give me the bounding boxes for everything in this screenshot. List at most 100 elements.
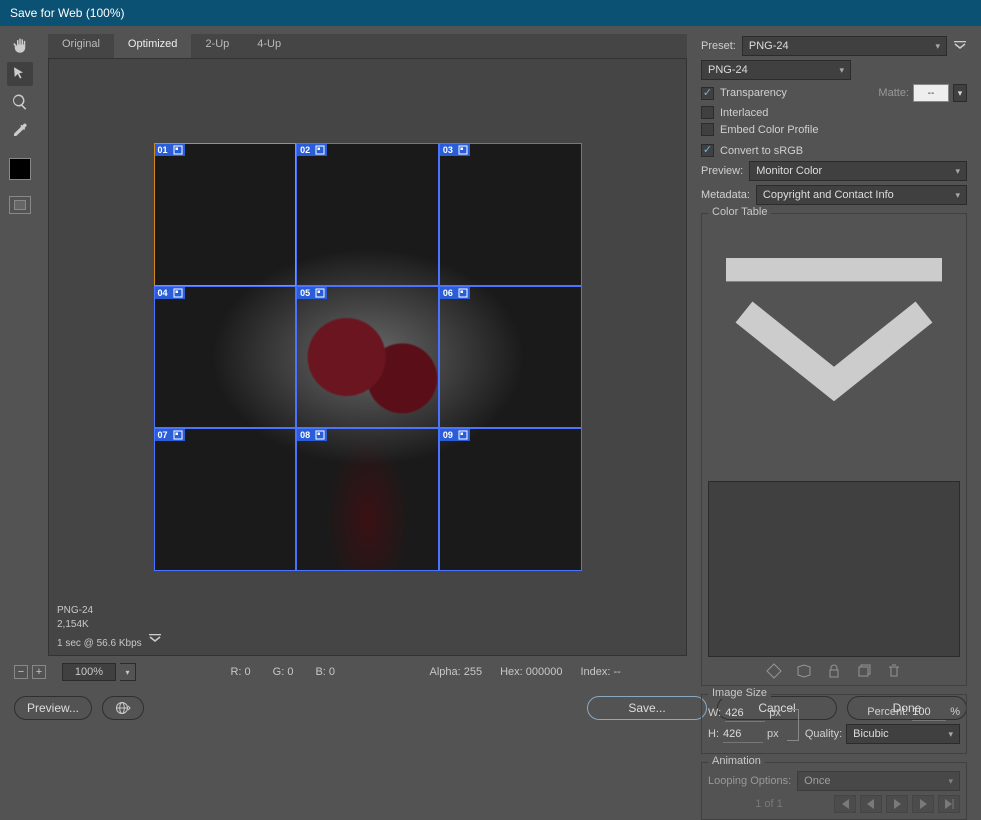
zoom-out-button[interactable]: − [14, 665, 28, 679]
slice-01[interactable]: 01 [154, 143, 297, 286]
status-b: B: 0 [315, 666, 335, 678]
quality-select[interactable]: Bicubic▾ [846, 724, 960, 744]
status-index: Index: -- [581, 666, 621, 678]
browser-preview-button[interactable] [102, 696, 144, 720]
format-select[interactable]: PNG-24▾ [701, 60, 851, 80]
slice-type-icon [456, 287, 470, 299]
titlebar: Save for Web (100%) [0, 0, 981, 26]
prev-frame-button[interactable] [860, 795, 882, 813]
info-time: 1 sec @ 56.6 Kbps [57, 638, 142, 649]
slice-type-icon [456, 144, 470, 156]
slice-number: 04 [155, 287, 171, 299]
slice-03[interactable]: 03 [439, 143, 582, 286]
status-g: G: 0 [273, 666, 294, 678]
play-button[interactable] [886, 795, 908, 813]
metadata-select[interactable]: Copyright and Contact Info▾ [756, 185, 967, 205]
width-input[interactable] [725, 704, 765, 722]
status-hex: Hex: 000000 [500, 666, 562, 678]
slice-02[interactable]: 02 [296, 143, 439, 286]
matte-swatch[interactable]: -- [913, 84, 949, 102]
zoom-value[interactable]: 100% [62, 663, 116, 681]
preset-label: Preset: [701, 40, 736, 52]
tab-4up[interactable]: 4-Up [243, 34, 295, 58]
image-size-legend: Image Size [708, 687, 771, 699]
preset-flyout-icon[interactable] [953, 39, 967, 53]
info-format: PNG-24 [57, 604, 162, 618]
preview-label: Preview: [701, 165, 743, 177]
slice-grid: 01 0203 04 05 06 0708 09 [154, 143, 582, 571]
height-input[interactable] [723, 725, 763, 743]
save-button[interactable]: Save... [587, 696, 707, 720]
color-table-flyout-icon[interactable] [708, 465, 960, 477]
next-frame-button[interactable] [912, 795, 934, 813]
right-panel: Preset: PNG-24▾ PNG-24▾ Transparency Mat… [695, 26, 981, 656]
image-size-group: Image Size W: px H: px [701, 694, 967, 754]
convert-srgb-checkbox[interactable] [701, 144, 714, 157]
status-r: R: 0 [230, 666, 250, 678]
eyedropper-tool[interactable] [7, 118, 33, 142]
slice-04[interactable]: 04 [154, 286, 297, 429]
slice-number: 06 [440, 287, 456, 299]
preset-select[interactable]: PNG-24▾ [742, 36, 947, 56]
lock-color-icon[interactable] [826, 663, 842, 679]
percent-input[interactable] [912, 703, 946, 721]
toggle-slices-visibility[interactable] [9, 196, 31, 214]
slice-06[interactable]: 06 [439, 286, 582, 429]
slice-09[interactable]: 09 [439, 428, 582, 571]
interlaced-checkbox[interactable] [701, 106, 714, 119]
animation-legend: Animation [708, 755, 765, 767]
embed-profile-checkbox[interactable] [701, 123, 714, 136]
window-title: Save for Web (100%) [10, 6, 125, 20]
zoom-dropdown[interactable]: ▾ [120, 663, 136, 681]
slice-type-icon [456, 429, 470, 441]
slice-08[interactable]: 08 [296, 428, 439, 571]
map-transparent-icon[interactable] [796, 663, 812, 679]
preview-select[interactable]: Monitor Color▾ [749, 161, 967, 181]
canvas-area[interactable]: 01 0203 04 05 06 0708 09 PNG-24 2,154K 1 sec @… [48, 58, 687, 656]
convert-srgb-label: Convert to sRGB [720, 145, 803, 157]
color-table[interactable] [708, 481, 960, 657]
slice-type-icon [313, 144, 327, 156]
hand-tool[interactable] [7, 34, 33, 58]
canvas[interactable]: 01 0203 04 05 06 0708 09 [154, 143, 582, 571]
looping-label: Looping Options: [708, 775, 791, 787]
slice-number: 09 [440, 429, 456, 441]
percent-unit: % [950, 706, 960, 718]
slice-05[interactable]: 05 [296, 286, 439, 429]
constrain-link-icon[interactable] [787, 709, 799, 741]
animation-page: 1 of 1 [708, 798, 830, 810]
width-label: W: [708, 707, 721, 719]
transparency-checkbox[interactable] [701, 87, 714, 100]
width-unit: px [769, 707, 781, 719]
slice-select-tool[interactable] [7, 62, 33, 86]
canvas-info: PNG-24 2,154K 1 sec @ 56.6 Kbps [57, 604, 162, 651]
slice-type-icon [171, 144, 185, 156]
tab-original[interactable]: Original [48, 34, 114, 58]
preview-button[interactable]: Preview... [14, 696, 92, 720]
slice-number: 08 [297, 429, 313, 441]
embed-profile-label: Embed Color Profile [720, 124, 818, 136]
looping-select[interactable]: Once▾ [797, 771, 960, 791]
status-alpha: Alpha: 255 [430, 666, 483, 678]
transparency-label: Transparency [720, 87, 787, 99]
new-color-icon[interactable] [856, 663, 872, 679]
slice-number: 01 [155, 144, 171, 156]
slice-number: 05 [297, 287, 313, 299]
eyedropper-color-swatch[interactable] [9, 158, 31, 180]
tab-2up[interactable]: 2-Up [191, 34, 243, 58]
slice-07[interactable]: 07 [154, 428, 297, 571]
info-flyout-icon[interactable] [148, 632, 162, 646]
matte-dropdown[interactable]: ▾ [953, 84, 967, 102]
last-frame-button[interactable] [938, 795, 960, 813]
slice-type-icon [313, 287, 327, 299]
delete-color-icon[interactable] [886, 663, 902, 679]
info-size: 2,154K [57, 618, 162, 632]
slice-type-icon [171, 287, 185, 299]
first-frame-button[interactable] [834, 795, 856, 813]
zoom-in-button[interactable]: + [32, 665, 46, 679]
metadata-label: Metadata: [701, 189, 750, 201]
tab-optimized[interactable]: Optimized [114, 34, 192, 58]
view-tabs: Original Optimized 2-Up 4-Up [48, 34, 687, 58]
zoom-tool[interactable] [7, 90, 33, 114]
snap-web-icon[interactable] [766, 663, 782, 679]
